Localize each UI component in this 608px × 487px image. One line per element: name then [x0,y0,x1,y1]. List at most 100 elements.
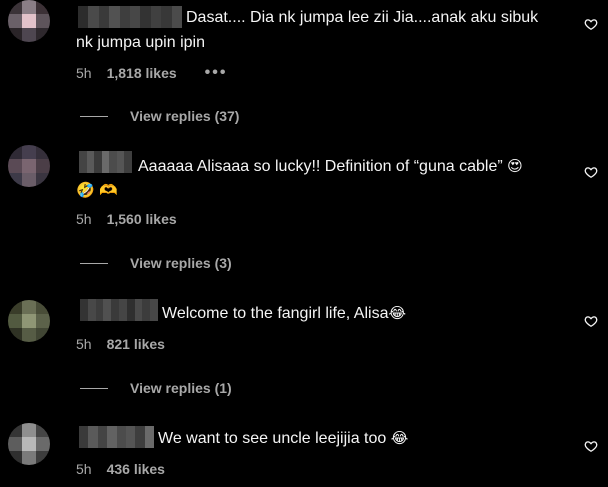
username-pixel [150,6,162,28]
avatar-pixel [8,28,22,42]
avatar[interactable] [8,145,50,187]
comment-text: We want to see uncle leejijia too 😂 [158,426,408,451]
likes-count[interactable]: 1,818 likes [107,65,177,81]
avatar-pixel [36,451,50,465]
avatar[interactable] [8,423,50,465]
more-options-icon[interactable]: ••• [205,64,228,82]
avatar-pixel [36,0,50,14]
username-pixel [134,299,143,321]
username-pixel [80,299,88,321]
comment-text: Welcome to the fangirl life, Alisa😂 [162,301,406,326]
username-pixel [111,299,119,321]
view-replies-label[interactable]: View replies (1) [130,380,232,396]
heart-icon[interactable] [584,314,598,328]
avatar-pixel [8,159,22,173]
username-pixelated[interactable] [80,299,158,321]
comment-text: Aaaaaa Alisaaa so lucky!! Definition of … [138,154,523,179]
username-pixel [97,426,108,448]
avatar-pixel [22,300,36,314]
timestamp: 5h [76,211,92,227]
username-pixelated[interactable] [79,426,154,448]
username-pixel [150,299,158,321]
username-pixelated[interactable] [79,151,132,173]
username-pixel [129,6,141,28]
comment-text-body: Aaaaaa Alisaaa so lucky!! Definition of … [138,158,503,175]
avatar-pixel [36,328,50,342]
heart-eyes-emoji: 😍 [507,157,523,175]
view-replies-label[interactable]: View replies (37) [130,108,239,124]
username-pixel [79,151,87,173]
username-pixel [161,6,172,28]
avatar-pixel [22,145,36,159]
tears-of-joy-emoji: 😂 [390,429,409,447]
username-pixel [119,6,130,28]
username-pixel [109,151,117,173]
avatar-pixel [36,300,50,314]
avatar-pixel [8,328,22,342]
view-replies-label[interactable]: View replies (3) [130,255,232,271]
username-pixel [87,299,96,321]
comment-text-body: Welcome to the fangirl life, Alisa [162,305,389,322]
username-pixel [107,426,117,448]
avatar[interactable] [8,300,50,342]
view-replies[interactable]: View replies (1) [80,380,232,396]
username-pixelated[interactable] [78,6,182,28]
heart-icon[interactable] [584,439,598,453]
rofl-emoji: 🤣 [76,181,95,199]
comment-emojis-line: 🤣 🫶 [76,178,118,203]
avatar-pixel [8,145,22,159]
username-pixel [94,151,102,173]
username-pixel [109,6,120,28]
username-pixel [103,299,112,321]
view-replies[interactable]: View replies (37) [80,108,239,124]
username-pixel [171,6,182,28]
username-pixel [79,426,89,448]
avatar-pixel [36,423,50,437]
avatar-pixel [36,314,50,328]
avatar-pixel [8,14,22,28]
avatar-pixel [8,0,22,14]
avatar-pixel [8,300,22,314]
avatar-pixel [22,423,36,437]
username-pixel [119,299,127,321]
avatar-pixel [22,14,36,28]
avatar-pixel [8,314,22,328]
avatar-pixel [36,14,50,28]
avatar-pixel [22,451,36,465]
replies-divider [80,115,108,117]
username-pixel [140,6,151,28]
avatar-pixel [36,145,50,159]
comment-meta: 5h 436 likes [76,461,165,477]
avatar-pixel [8,451,22,465]
avatar-pixel [22,0,36,14]
username-pixel [126,299,135,321]
comment-text-continued: nk jumpa upin ipin [76,34,205,51]
avatar-pixel [22,314,36,328]
avatar-pixel [22,437,36,451]
likes-count[interactable]: 436 likes [107,461,165,477]
replies-divider [80,387,108,389]
comment-meta: 5h 821 likes [76,336,165,352]
timestamp: 5h [76,65,92,81]
username-pixel [86,151,95,173]
username-pixel [135,426,145,448]
tears-of-joy-emoji: 😂 [388,304,407,322]
username-pixel [124,151,132,173]
view-replies[interactable]: View replies (3) [80,255,232,271]
avatar-pixel [22,28,36,42]
likes-count[interactable]: 821 likes [107,336,165,352]
username-pixel [88,426,98,448]
username-pixel [101,151,110,173]
heart-icon[interactable] [584,17,598,31]
likes-count[interactable]: 1,560 likes [107,211,177,227]
avatar[interactable] [8,0,50,42]
timestamp: 5h [76,336,92,352]
heart-icon[interactable] [584,165,598,179]
username-pixel [125,426,136,448]
avatar-pixel [36,159,50,173]
avatar-pixel [36,28,50,42]
comment-text-body: We want to see uncle leejijia too [158,430,387,447]
comment-text: Dasat.... Dia nk jumpa lee zii Jia....an… [186,9,539,26]
avatar-pixel [8,173,22,187]
username-pixel [95,299,104,321]
